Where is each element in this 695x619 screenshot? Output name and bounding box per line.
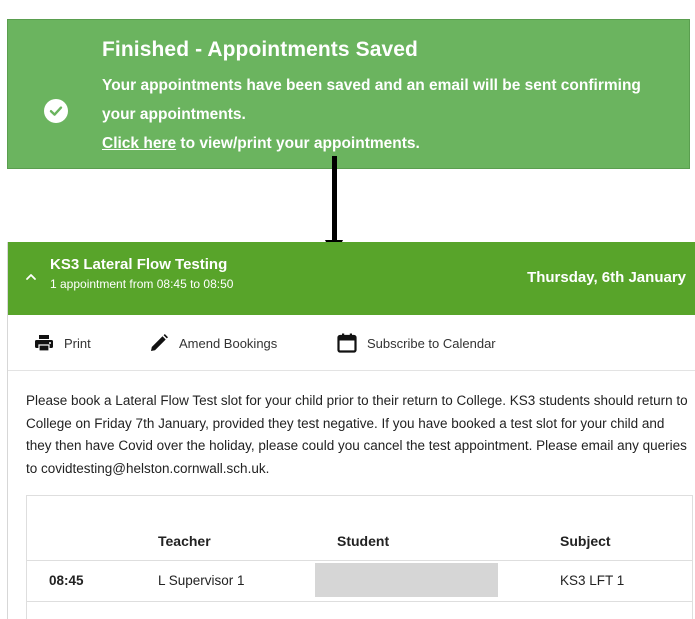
event-panel: KS3 Lateral Flow Testing 1 appointment f…: [7, 242, 695, 619]
header-student: Student: [337, 533, 390, 549]
cell-teacher: L Supervisor 1: [158, 573, 245, 588]
subscribe-calendar-label: Subscribe to Calendar: [367, 335, 496, 351]
table-header: Teacher Student Subject: [27, 522, 692, 561]
connector-arrow-shaft: [332, 156, 337, 241]
table-row: 08:45 L Supervisor 1 KS3 LFT 1: [27, 561, 692, 602]
student-name-redacted: [315, 563, 498, 597]
event-description: Please book a Lateral Flow Test slot for…: [26, 393, 688, 476]
appointments-table: Teacher Student Subject 08:45 L Supervis…: [26, 495, 693, 619]
cell-time: 08:45: [49, 573, 84, 588]
pencil-icon: [151, 334, 168, 351]
view-appointments-link[interactable]: Click here: [102, 135, 176, 152]
amend-bookings-button[interactable]: Amend Bookings: [149, 332, 277, 354]
header-teacher: Teacher: [158, 533, 211, 549]
event-date: Thursday, 6th January: [527, 269, 686, 286]
banner-title: Finished - Appointments Saved: [102, 38, 418, 61]
amend-bookings-label: Amend Bookings: [179, 335, 278, 351]
print-button[interactable]: Print: [34, 332, 91, 354]
success-banner: Finished - Appointments Saved Your appoi…: [7, 19, 690, 169]
banner-message-text: Your appointments have been saved and an…: [102, 77, 641, 123]
printer-icon: [35, 335, 53, 352]
banner-link-suffix: to view/print your appointments.: [176, 135, 420, 152]
event-header[interactable]: KS3 Lateral Flow Testing 1 appointment f…: [8, 242, 695, 315]
event-title: KS3 Lateral Flow Testing: [50, 256, 228, 273]
header-subject: Subject: [560, 533, 611, 549]
subscribe-calendar-button[interactable]: Subscribe to Calendar: [337, 332, 496, 354]
banner-message: Your appointments have been saved and an…: [102, 71, 662, 158]
toolbar: Print Amend Bookings Subscribe to Calend…: [8, 315, 695, 371]
cell-subject: KS3 LFT 1: [560, 573, 625, 588]
event-subtitle: 1 appointment from 08:45 to 08:50: [50, 277, 234, 291]
print-label: Print: [64, 335, 91, 351]
calendar-icon: [337, 333, 357, 353]
check-circle-icon: [44, 99, 68, 123]
chevron-up-icon[interactable]: [24, 270, 38, 284]
